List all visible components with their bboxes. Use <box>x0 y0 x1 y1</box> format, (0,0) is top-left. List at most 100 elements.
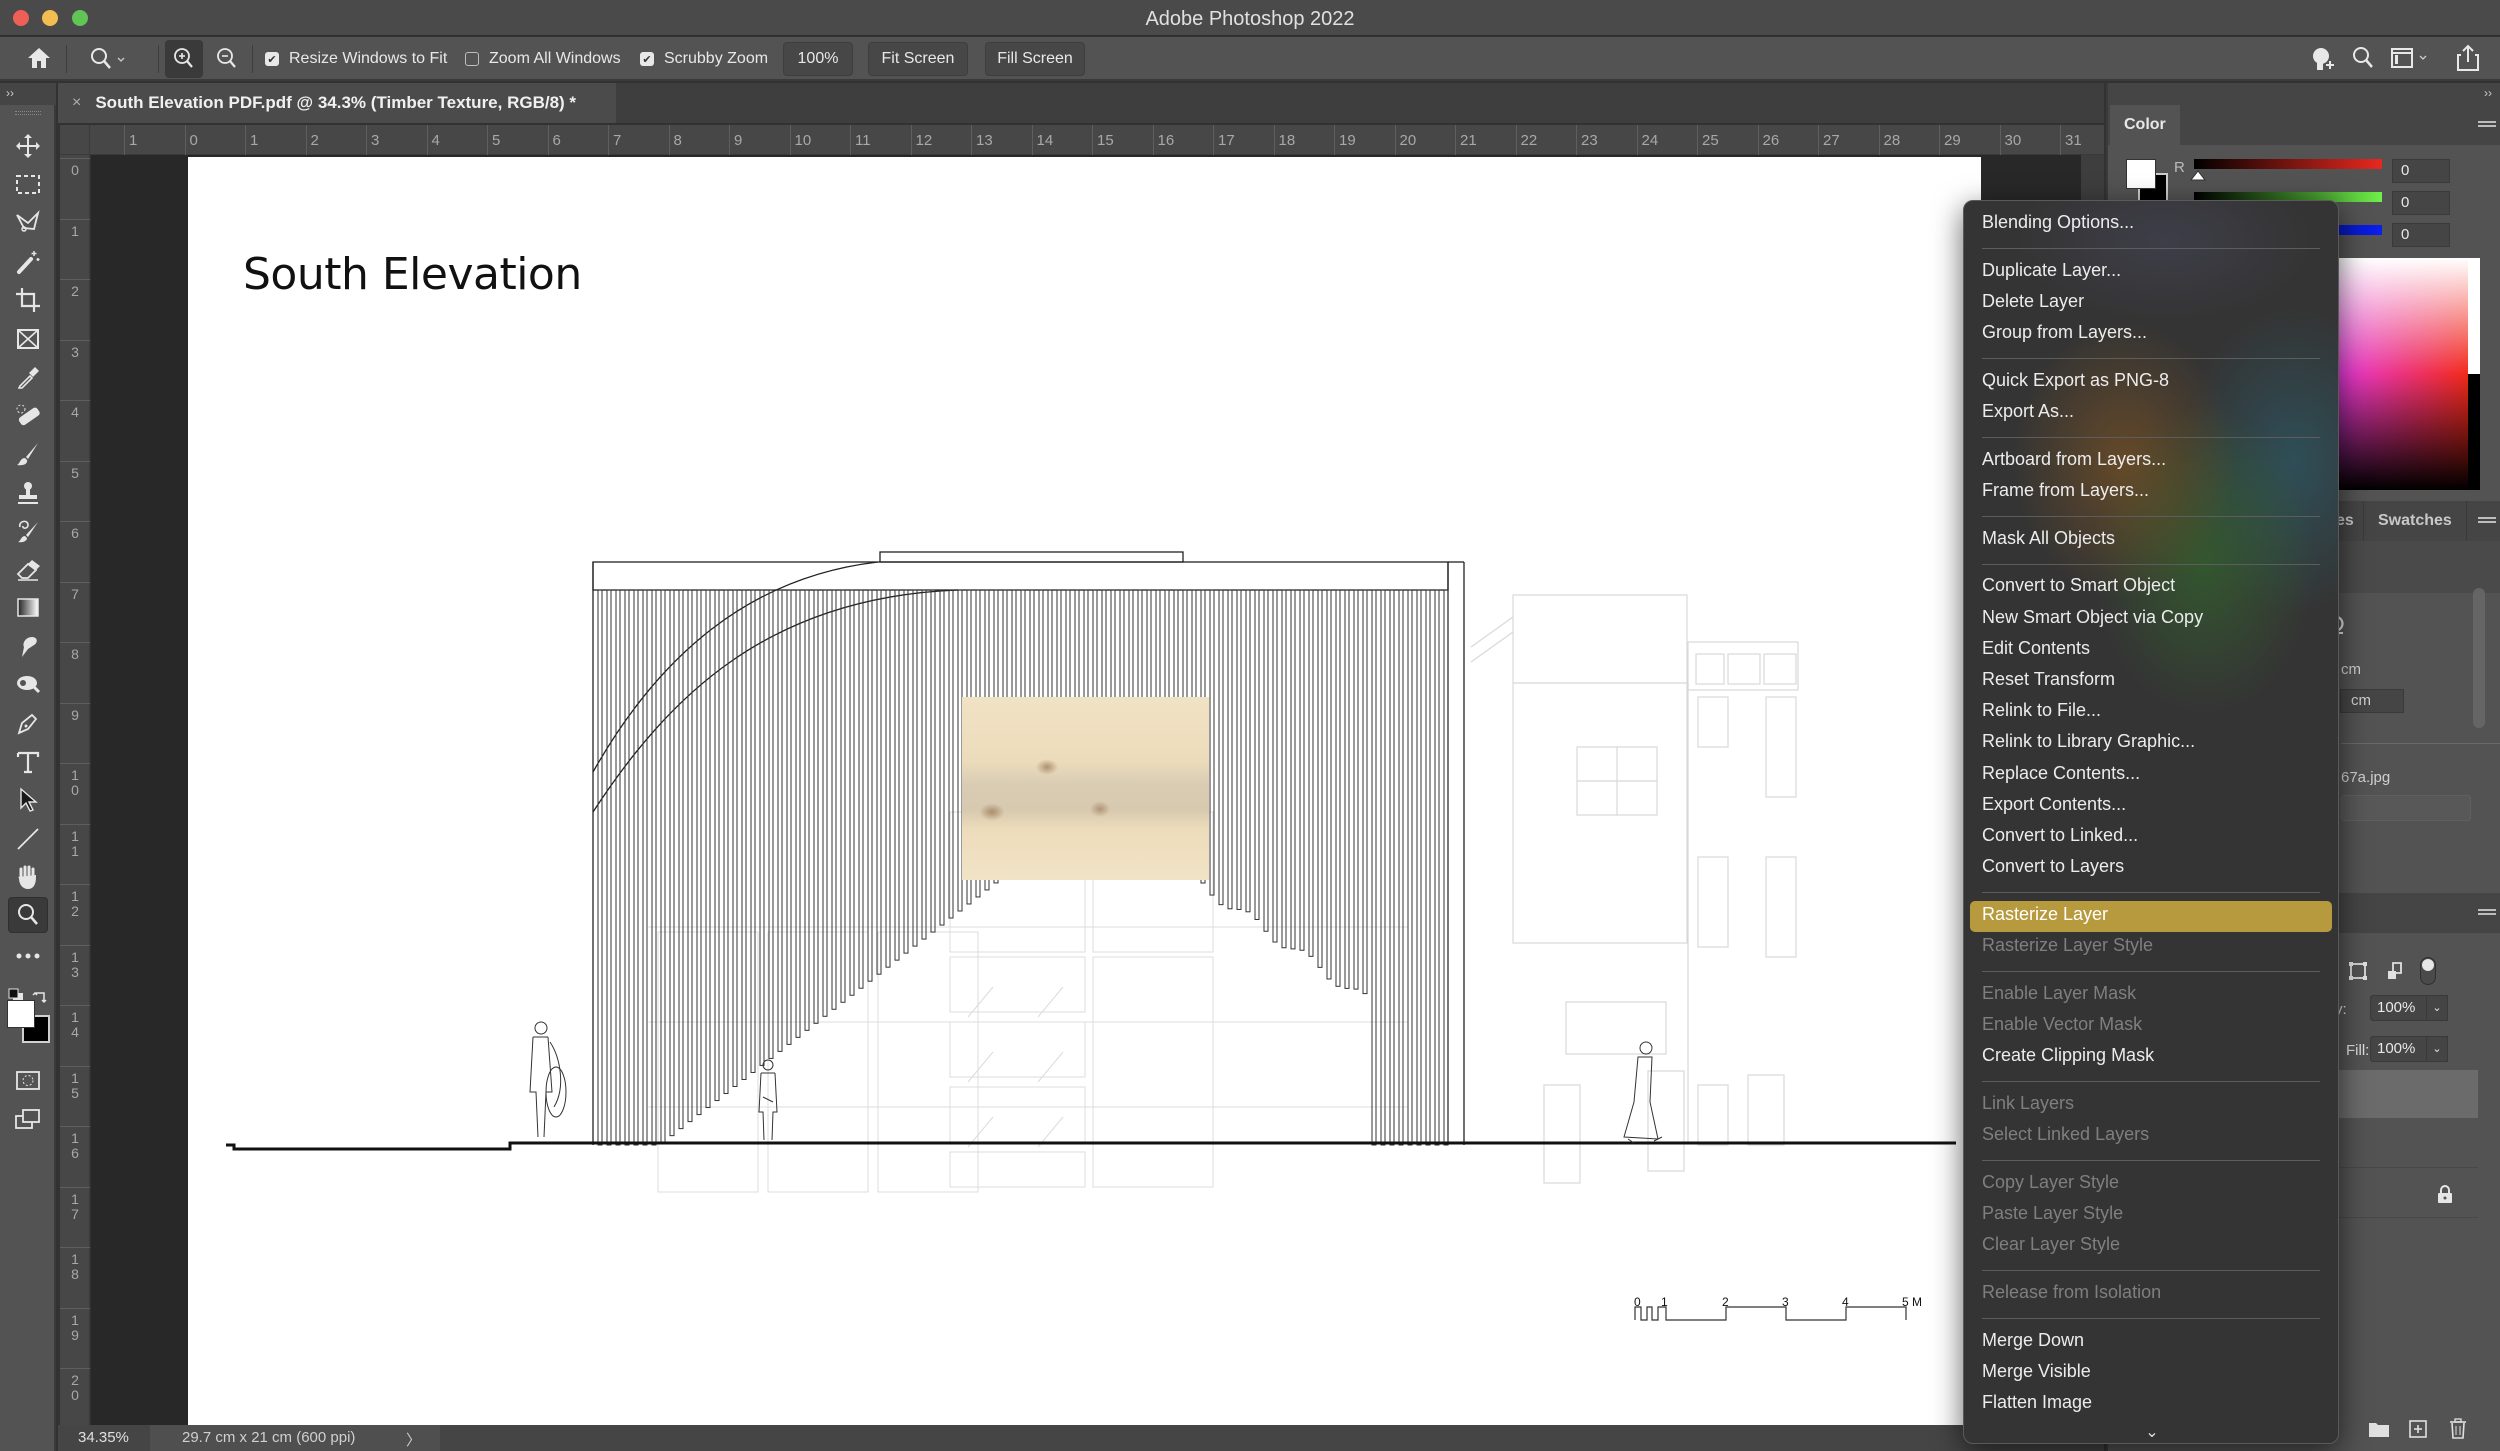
healing-brush-tool[interactable] <box>8 398 48 434</box>
learn-icon[interactable] <box>2308 45 2336 78</box>
lasso-tool[interactable] <box>8 205 48 241</box>
menu-item-group-from-layers[interactable]: Group from Layers... <box>1970 319 2332 350</box>
menu-item-relink-to-library-graphic[interactable]: Relink to Library Graphic... <box>1970 728 2332 759</box>
menu-item-frame-from-layers[interactable]: Frame from Layers... <box>1970 477 2332 508</box>
menu-item-edit-contents[interactable]: Edit Contents <box>1970 635 2332 666</box>
frame-tool[interactable] <box>8 321 48 357</box>
menu-item-merge-visible[interactable]: Merge Visible <box>1970 1358 2332 1389</box>
fit-screen-button[interactable]: Fit Screen <box>868 42 968 76</box>
r-slider-thumb[interactable] <box>2189 169 2207 187</box>
scrubby-zoom-checkbox[interactable]: ✔ Scrubby Zoom <box>640 37 768 81</box>
menu-item-new-smart-object-via-copy[interactable]: New Smart Object via Copy <box>1970 604 2332 635</box>
new-layer-icon[interactable] <box>2408 1419 2428 1444</box>
menu-item-convert-to-layers[interactable]: Convert to Layers <box>1970 853 2332 884</box>
menu-item-blending-options[interactable]: Blending Options... <box>1970 209 2332 240</box>
move-tool[interactable] <box>8 128 48 164</box>
line-tool[interactable] <box>8 821 48 857</box>
fill-screen-button[interactable]: Fill Screen <box>985 42 1085 76</box>
document-canvas[interactable]: South Elevation 0 1 2 3 4 5 M <box>188 157 1981 1425</box>
workspace-icon[interactable] <box>2390 46 2434 75</box>
menu-item-rasterize-layer[interactable]: Rasterize Layer <box>1970 900 2332 932</box>
eyedropper-tool[interactable] <box>8 359 48 395</box>
screen-mode-button[interactable] <box>8 1101 48 1137</box>
color-panel-menu-icon[interactable] <box>2478 119 2496 129</box>
path-selection-tool[interactable] <box>8 782 48 818</box>
gradient-tool[interactable] <box>8 590 48 626</box>
search-icon[interactable] <box>2350 45 2376 76</box>
menu-item-convert-to-smart-object[interactable]: Convert to Smart Object <box>1970 572 2332 603</box>
zoom-all-windows-checkbox[interactable]: Zoom All Windows <box>465 37 621 81</box>
pen-tool[interactable] <box>8 705 48 741</box>
menu-scroll-down-icon[interactable]: ⌄ <box>1964 1422 2338 1442</box>
r-slider-track[interactable] <box>2194 159 2382 169</box>
menu-item-convert-to-linked[interactable]: Convert to Linked... <box>1970 822 2332 853</box>
lock-artboard-icon[interactable] <box>2348 961 2368 986</box>
menu-item-mask-all-objects[interactable]: Mask All Objects <box>1970 525 2332 556</box>
share-icon[interactable] <box>2455 43 2481 78</box>
zoom-in-button[interactable] <box>165 40 203 78</box>
menu-item-delete-layer[interactable]: Delete Layer <box>1970 288 2332 319</box>
fill-field[interactable]: 100% ⌄ <box>2370 1036 2448 1062</box>
g-value-field[interactable]: 0 <box>2392 191 2450 215</box>
opacity-field[interactable]: 100% ⌄ <box>2370 995 2448 1021</box>
timber-texture-layer[interactable] <box>962 697 1209 880</box>
zoom-100-button[interactable]: 100% <box>783 42 853 76</box>
hand-tool[interactable] <box>8 859 48 895</box>
menu-item-artboard-from-layers[interactable]: Artboard from Layers... <box>1970 446 2332 477</box>
history-brush-tool[interactable] <box>8 513 48 549</box>
menu-item-relink-to-file[interactable]: Relink to File... <box>1970 697 2332 728</box>
lock-all-toggle[interactable] <box>2420 957 2436 985</box>
color-fg-swatch[interactable] <box>2126 159 2156 189</box>
home-icon[interactable] <box>26 45 52 76</box>
brush-tool[interactable] <box>8 436 48 472</box>
smudge-tool[interactable] <box>8 629 48 665</box>
quick-mask-button[interactable] <box>8 1063 48 1099</box>
menu-item-flatten-image[interactable]: Flatten Image <box>1970 1389 2332 1420</box>
zoom-level[interactable]: 34.35% <box>78 1429 129 1446</box>
marquee-tool[interactable] <box>8 167 48 203</box>
menu-item-reset-transform[interactable]: Reset Transform <box>1970 666 2332 697</box>
horizontal-ruler[interactable]: 1 0 1 2 3 4 5 6 7 8 9 10 11 12 13 14 15 16 17 18 19 20 21 22 23 2… <box>60 125 2104 155</box>
b-value-field[interactable]: 0 <box>2392 223 2450 247</box>
more-tools[interactable] <box>8 938 48 974</box>
zoom-tool-icon[interactable] <box>88 46 128 77</box>
opacity-dropdown-icon[interactable]: ⌄ <box>2426 995 2448 1021</box>
menu-item-replace-contents[interactable]: Replace Contents... <box>1970 760 2332 791</box>
menu-item-duplicate-layer[interactable]: Duplicate Layer... <box>1970 257 2332 288</box>
tab-swatches[interactable]: Swatches <box>2363 501 2467 541</box>
r-value-field[interactable]: 0 <box>2392 159 2450 183</box>
zoom-out-button[interactable] <box>208 40 246 83</box>
dodge-tool[interactable] <box>8 667 48 703</box>
properties-scrollbar[interactable] <box>2473 588 2485 728</box>
menu-item-quick-export-as-png-8[interactable]: Quick Export as PNG-8 <box>1970 367 2332 398</box>
layers-panel-menu-icon[interactable] <box>2478 907 2496 917</box>
document-tab[interactable]: × South Elevation PDF.pdf @ 34.3% (Timbe… <box>58 83 616 123</box>
menu-item-create-clipping-mask[interactable]: Create Clipping Mask <box>1970 1042 2332 1073</box>
menu-item-export-contents[interactable]: Export Contents... <box>1970 791 2332 822</box>
menu-item-export-as[interactable]: Export As... <box>1970 398 2332 429</box>
type-tool[interactable] <box>8 744 48 780</box>
collapse-panels-button[interactable]: ›› <box>2108 83 2500 105</box>
properties-dropdown[interactable] <box>2341 795 2471 821</box>
magic-wand-tool[interactable] <box>8 244 48 280</box>
close-tab-icon[interactable]: × <box>72 94 81 112</box>
tab-color[interactable]: Color <box>2110 105 2180 145</box>
resize-windows-checkbox[interactable]: ✔ Resize Windows to Fit <box>265 37 447 81</box>
lock-position-icon[interactable] <box>2385 961 2405 986</box>
eraser-tool[interactable] <box>8 552 48 588</box>
delete-layer-icon[interactable] <box>2448 1418 2468 1445</box>
new-group-icon[interactable] <box>2368 1420 2390 1443</box>
collapse-toolbar-button[interactable]: ›› <box>0 83 56 105</box>
ruler-origin[interactable] <box>60 125 90 155</box>
toolbar-grip[interactable] <box>15 111 41 115</box>
foreground-color-swatch[interactable] <box>7 1000 35 1028</box>
height-field[interactable]: cm <box>2340 689 2404 713</box>
menu-item-merge-down[interactable]: Merge Down <box>1970 1327 2332 1358</box>
document-size-info[interactable]: 29.7 cm x 21 cm (600 ppi) <box>150 1425 440 1451</box>
zoom-tool[interactable] <box>8 897 48 933</box>
clone-stamp-tool[interactable] <box>8 475 48 511</box>
status-menu-arrow-icon[interactable]: 〉 <box>406 1429 421 1450</box>
crop-tool[interactable] <box>8 282 48 318</box>
vertical-ruler[interactable]: 0 1 2 3 4 5 6 7 8 9 1 0 1 1 1 2 1 3 1 4 1 5 1 6 1 7 1 8 1 9… <box>60 155 90 1425</box>
fill-dropdown-icon[interactable]: ⌄ <box>2426 1036 2448 1062</box>
